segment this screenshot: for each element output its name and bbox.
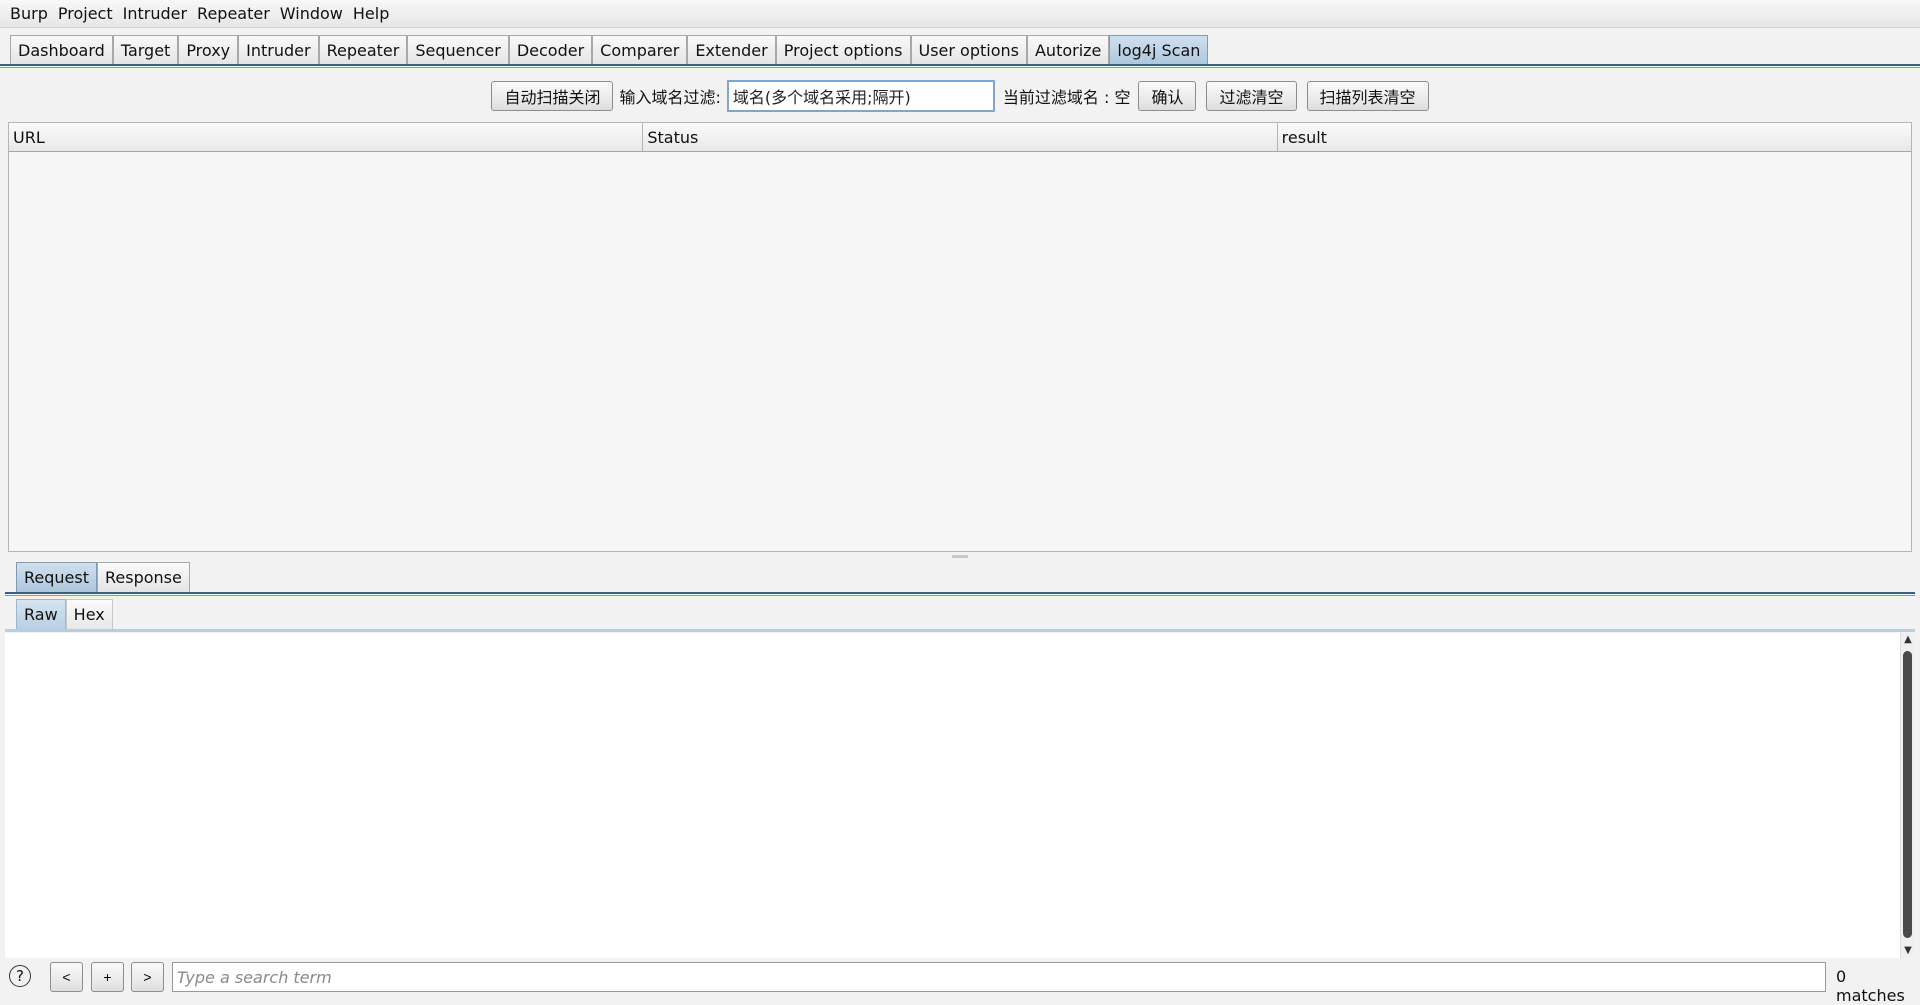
menu-project[interactable]: Project (54, 4, 117, 23)
confirm-button[interactable]: 确认 (1138, 81, 1197, 111)
scan-toolbar: 自动扫描关闭 输入域名过滤: 当前过滤域名 : 空 确认 过滤清空 扫描列表清空 (0, 78, 1920, 114)
auto-scan-toggle-button[interactable]: 自动扫描关闭 (491, 81, 614, 111)
tab-decoder[interactable]: Decoder (508, 35, 593, 65)
tab-project-options[interactable]: Project options (775, 35, 911, 65)
message-tab-divider (5, 592, 1915, 594)
filter-label: 输入域名过滤: (619, 88, 721, 107)
menu-intruder[interactable]: Intruder (119, 4, 191, 23)
main-tab-bar: Dashboard Target Proxy Intruder Repeater… (10, 33, 1209, 65)
tab-intruder[interactable]: Intruder (238, 35, 319, 65)
message-tab-bar: Request Response (16, 562, 190, 592)
view-tab-divider (5, 629, 1915, 632)
menu-bar: Burp Project Intruder Repeater Window He… (0, 0, 1920, 28)
scroll-up-arrow-icon[interactable]: ▲ (1901, 633, 1915, 647)
tab-raw[interactable]: Raw (16, 599, 66, 629)
scan-results-table: URL Status result (8, 122, 1912, 552)
view-tab-bar: Raw Hex (16, 599, 113, 629)
editor-scrollbar[interactable]: ▲ ▼ (1900, 633, 1914, 958)
search-previous-button[interactable]: < (50, 962, 83, 992)
tab-divider-light (0, 67, 1920, 68)
current-filter-label: 当前过滤域名 : 空 (1002, 88, 1131, 107)
tab-hex[interactable]: Hex (65, 599, 113, 629)
clear-scan-list-button[interactable]: 扫描列表清空 (1306, 81, 1429, 111)
scrollbar-thumb[interactable] (1903, 651, 1912, 938)
message-editor[interactable] (5, 633, 1900, 958)
message-tab-divider-light (5, 595, 1915, 596)
search-add-button[interactable]: + (91, 962, 124, 992)
tab-proxy[interactable]: Proxy (178, 35, 239, 65)
tab-repeater[interactable]: Repeater (318, 35, 408, 65)
help-icon[interactable]: ? (9, 965, 31, 987)
tab-dashboard[interactable]: Dashboard (10, 35, 113, 65)
menu-repeater[interactable]: Repeater (193, 4, 274, 23)
column-header-url[interactable]: URL (9, 123, 644, 151)
domain-filter-input[interactable] (726, 80, 995, 112)
tab-user-options[interactable]: User options (910, 35, 1027, 65)
match-count: 0 matches (1836, 967, 1905, 1005)
tab-response[interactable]: Response (97, 562, 190, 592)
search-input[interactable] (172, 962, 1826, 992)
tab-log4j-scan[interactable]: log4j Scan (1109, 35, 1209, 65)
menu-burp[interactable]: Burp (6, 4, 52, 23)
tab-request[interactable]: Request (16, 562, 97, 592)
tab-target[interactable]: Target (112, 35, 179, 65)
tab-autorize[interactable]: Autorize (1026, 35, 1110, 65)
tab-divider (0, 64, 1920, 66)
scroll-down-arrow-icon[interactable]: ▼ (1901, 944, 1915, 958)
menu-window[interactable]: Window (276, 4, 347, 23)
column-header-result[interactable]: result (1278, 123, 1911, 151)
column-header-status[interactable]: Status (643, 123, 1278, 151)
tab-comparer[interactable]: Comparer (592, 35, 688, 65)
clear-filter-button[interactable]: 过滤清空 (1206, 81, 1297, 111)
table-header: URL Status result (9, 123, 1911, 152)
tab-extender[interactable]: Extender (687, 35, 776, 65)
splitter-grip[interactable] (952, 555, 968, 558)
tab-sequencer[interactable]: Sequencer (407, 35, 509, 65)
search-next-button[interactable]: > (131, 962, 164, 992)
menu-help[interactable]: Help (349, 4, 393, 23)
